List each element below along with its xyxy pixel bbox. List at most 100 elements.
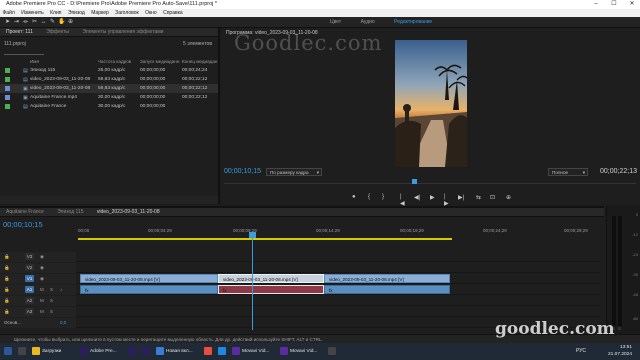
add-marker-icon[interactable]: ● <box>352 194 356 200</box>
taskbar-app-button[interactable]: Movavi Vid... <box>232 345 269 358</box>
taskbar-app-button[interactable]: Новая вкл... <box>156 345 193 358</box>
input-language[interactable]: РУС <box>576 348 586 354</box>
step-back-icon[interactable]: ◀| <box>414 194 420 201</box>
microphone-icon[interactable]: ♪ <box>60 287 62 292</box>
button-editor-icon[interactable]: ⊕ <box>506 194 511 201</box>
project-item-row[interactable]: ▤ Эпизод 115 25,00 кадр/с 00;00;00;00 00;00;… <box>0 66 218 75</box>
play-icon[interactable]: ▶ <box>430 194 435 201</box>
project-search-input[interactable] <box>4 49 44 55</box>
ripple-tool-icon[interactable]: ⟛ <box>22 19 29 26</box>
tab-sequence-115[interactable]: Эпизод 115 <box>51 208 89 216</box>
taskbar-app-button[interactable] <box>204 345 214 358</box>
solo-right-button[interactable]: S <box>618 326 621 331</box>
mute-button[interactable]: M <box>40 309 44 314</box>
timeline-clip-video-selected[interactable]: video_2023-09-03_11-20-08.mp4 [V] <box>218 274 324 283</box>
mute-button[interactable]: M <box>40 298 44 303</box>
hand-tool-icon[interactable]: ✋ <box>58 19 65 26</box>
timeline-clip-audio[interactable]: fx <box>324 285 450 294</box>
column-media-end[interactable]: Конец медиадан <box>182 58 217 65</box>
timeline-clip-audio[interactable]: fx <box>80 285 218 294</box>
lock-icon[interactable]: 🔒 <box>4 287 10 293</box>
solo-button[interactable]: S <box>50 309 53 314</box>
timeline-clip-audio-selected[interactable]: fx <box>218 285 324 294</box>
selection-tool-icon[interactable]: ➤ <box>4 19 11 26</box>
tab-effect-controls[interactable]: Элементы управления эффектами <box>76 28 169 36</box>
menu-marker[interactable]: Маркер <box>89 9 112 17</box>
tab-effects[interactable]: Эффекты <box>40 28 75 36</box>
mark-out-icon[interactable]: } <box>382 194 384 200</box>
menu-title[interactable]: Заголовок <box>113 9 142 17</box>
eye-icon[interactable]: ◉ <box>40 254 44 260</box>
eye-icon[interactable]: ◉ <box>40 265 44 271</box>
maximize-button[interactable]: ☐ <box>606 0 622 9</box>
menu-sequence[interactable]: Эпизод <box>65 9 87 17</box>
taskbar-app-button[interactable] <box>328 345 338 358</box>
menu-edit[interactable]: Изменить <box>19 9 47 17</box>
taskbar-app-button[interactable]: Adobe Pre... <box>80 345 117 358</box>
workspace-editing[interactable]: Редактирование <box>394 17 432 28</box>
menu-window[interactable]: Окно <box>143 9 160 17</box>
track-select-tool-icon[interactable]: ⇥ <box>13 19 20 26</box>
timeline-clip-video[interactable]: video_2023-09-03_11-20-08.mp4 [V] <box>324 274 450 283</box>
project-item-row[interactable]: ▣ video_2023-09-03_11-20-08 59,83 кадр/с 00… <box>0 84 218 93</box>
project-item-row[interactable]: ▤ video_2023-09-03_11-20-08 59,83 кадр/с 00… <box>0 75 218 84</box>
timeline-playhead[interactable] <box>252 234 253 330</box>
lock-icon[interactable]: 🔒 <box>4 254 10 260</box>
video-preview-frame[interactable] <box>395 40 467 167</box>
track-label[interactable]: V2 <box>25 264 34 271</box>
workspace-color[interactable]: Цвет <box>330 17 341 28</box>
minimize-button[interactable]: – <box>588 0 604 9</box>
column-frame-rate[interactable]: Частота кадров <box>98 58 131 65</box>
program-mini-timeline[interactable] <box>224 179 636 184</box>
track-label[interactable]: A1 <box>25 286 34 293</box>
slip-tool-icon[interactable]: ↔ <box>40 19 47 26</box>
menu-help[interactable]: Справка <box>161 9 186 17</box>
lock-icon[interactable]: 🔒 <box>4 309 10 315</box>
tab-sequence-aquitaine[interactable]: Aquitaine France <box>0 208 50 216</box>
timeline-timecode[interactable]: 00;00;10;15 <box>3 220 43 229</box>
close-button[interactable]: ✕ <box>624 0 640 9</box>
track-label[interactable]: V1 <box>25 275 34 282</box>
track-label[interactable]: A3 <box>25 308 34 315</box>
go-to-out-icon[interactable]: ▶| <box>458 194 464 201</box>
solo-button[interactable]: S <box>50 287 53 292</box>
program-playhead[interactable] <box>412 179 417 184</box>
taskbar-app-button[interactable] <box>218 345 228 358</box>
eye-icon[interactable]: ◉ <box>40 276 44 282</box>
taskbar-app-button[interactable] <box>18 345 28 358</box>
solo-button[interactable]: S <box>50 298 53 303</box>
track-label[interactable]: V3 <box>25 253 34 260</box>
timeline-ruler[interactable]: 00;00 00;00;04;29 00;00;09;29 00;00;14;2… <box>78 228 600 238</box>
taskbar-app-button[interactable]: Загрузки <box>32 345 61 358</box>
column-name[interactable]: Имя <box>30 58 39 65</box>
mark-in-icon[interactable]: { <box>368 194 370 200</box>
master-level-value[interactable]: 0,0 <box>60 320 66 325</box>
taskbar-app-button[interactable]: Movavi Vid... <box>280 345 317 358</box>
work-area-bar[interactable] <box>78 238 452 240</box>
tab-project[interactable]: Проект: 111 <box>0 28 39 36</box>
lock-icon[interactable]: 🔒 <box>4 298 10 304</box>
lock-icon[interactable]: 🔒 <box>4 265 10 271</box>
track-label[interactable]: A2 <box>25 297 34 304</box>
column-media-start[interactable]: Запуск медиаданн <box>140 58 179 65</box>
menu-clip[interactable]: Клип <box>48 9 64 17</box>
menu-file[interactable]: Файл <box>0 9 17 17</box>
zoom-fit-dropdown[interactable]: По размеру кадра ▾ <box>266 168 322 176</box>
razor-tool-icon[interactable]: ✂ <box>31 19 38 26</box>
pen-tool-icon[interactable]: ✎ <box>49 19 56 26</box>
playback-resolution-dropdown[interactable]: Полное ▾ <box>548 168 588 176</box>
export-frame-icon[interactable]: ⊡ <box>490 194 495 201</box>
mute-button[interactable]: M <box>40 287 44 292</box>
workspace-audio[interactable]: Аудио <box>361 17 375 28</box>
lift-icon[interactable]: ⇆ <box>476 194 481 201</box>
lock-icon[interactable]: 🔒 <box>4 276 10 282</box>
program-current-timecode[interactable]: 00;00;10;15 <box>224 168 261 175</box>
project-item-row[interactable]: ▣ Aquitaine France.mp4 30,00 кадр/с 00;00;0… <box>0 93 218 102</box>
tab-sequence-video[interactable]: video_2023-09-03_11-20-08 <box>91 208 166 216</box>
project-item-row[interactable]: ▤ Aquitaine France 30,00 кадр/с 00;00;00;00 <box>0 102 218 111</box>
zoom-tool-icon[interactable]: ⊕ <box>67 19 74 26</box>
taskbar-app-button[interactable] <box>128 345 138 358</box>
taskbar-app-button[interactable] <box>142 345 152 358</box>
taskbar-app-button[interactable] <box>4 345 14 358</box>
timeline-clip-video[interactable]: video_2023-09-03_11-20-08.mp4 [V] <box>80 274 218 283</box>
